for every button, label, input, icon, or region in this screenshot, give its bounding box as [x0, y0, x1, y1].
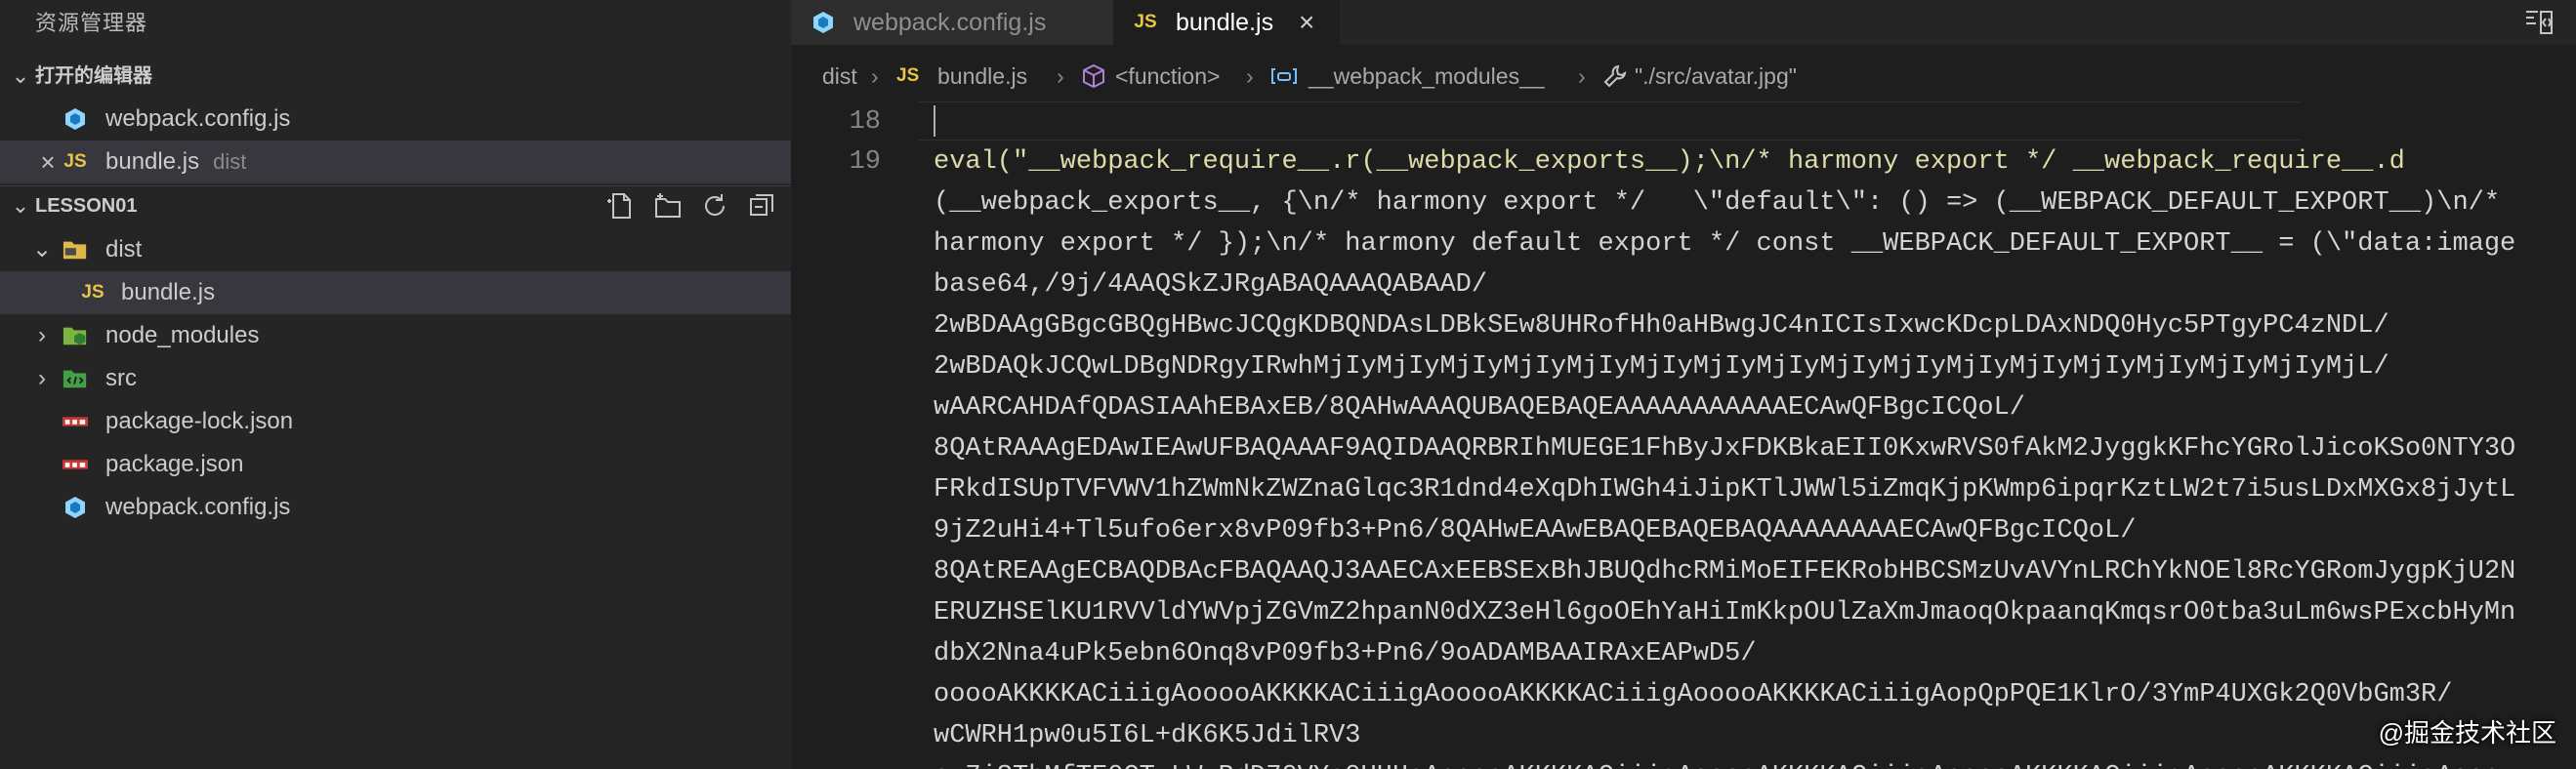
tree-item-label: package-lock.json [105, 408, 294, 434]
chevron-down-icon: ⌄ [31, 236, 53, 263]
code-line: harmony export */ });\n/* harmony defaul… [934, 229, 2516, 259]
src-folder-icon [62, 367, 88, 390]
tree-item-label: src [105, 365, 137, 391]
npm-icon [62, 410, 88, 433]
tab-label: bundle.js [1176, 9, 1274, 36]
breadcrumb-item[interactable]: "./src/avatar.jpg" [1635, 57, 1797, 96]
tab-webpack-config[interactable]: webpack.config.js [791, 0, 1113, 45]
open-editor-label: webpack.config.js [105, 105, 291, 132]
tree-item-node-modules[interactable]: › node_modules [0, 314, 791, 357]
close-icon[interactable]: × [35, 141, 61, 183]
open-editors-label: 打开的编辑器 [35, 65, 152, 87]
node-modules-folder-icon [62, 324, 88, 347]
tab-bundle[interactable]: JS bundle.js × [1113, 0, 1340, 45]
tab-bar: webpack.config.js JS bundle.js × [791, 0, 2576, 45]
tree-item-package-json[interactable]: package.json [0, 443, 791, 486]
variable-icon [1269, 62, 1299, 90]
chevron-right-icon: › [38, 322, 46, 348]
breadcrumb-separator: › [871, 63, 879, 89]
webpack-icon [62, 107, 88, 131]
collapse-all-icon[interactable] [744, 188, 779, 223]
code-line: 2wBDAQkJCQwLDBgNDRgyIRwhMjIyMjIyMjIyMjIy… [934, 352, 2389, 382]
npm-icon [62, 453, 88, 476]
open-editor-desc: dist [213, 149, 247, 174]
webpack-icon [62, 496, 88, 519]
explorer-sidebar: 资源管理器 ⌄ 打开的编辑器 webpack.config.js × JS bu… [0, 0, 791, 769]
code-line: wAARCAHDAfQDASIAAhEBAxEB/8QAHwAAAQUBAQEB… [934, 393, 2025, 423]
tree-item-package-lock[interactable]: package-lock.json [0, 400, 791, 443]
chevron-right-icon: › [38, 365, 46, 391]
project-header[interactable]: ⌄ LESSON01 [0, 185, 791, 225]
code-line: ooooAKKKKACiiigAooooAKKKKACiiigAooooAKKK… [934, 680, 2453, 709]
text-cursor [934, 105, 935, 137]
code-editor[interactable]: 18 19 eval("__webpack_require__.r(__webp… [791, 101, 2576, 769]
breadcrumb-item[interactable]: <function> [1115, 57, 1220, 96]
chevron-down-icon: ⌄ [11, 63, 30, 88]
cube-icon [1080, 62, 1107, 90]
open-editor-item-bundle[interactable]: × JS bundle.js dist [0, 141, 791, 183]
project-actions [603, 186, 779, 225]
javascript-file-icon: JS [896, 65, 920, 86]
tree-item-label: node_modules [105, 322, 260, 348]
breadcrumb-separator: › [1578, 63, 1586, 89]
breadcrumb-separator: › [1246, 63, 1254, 89]
new-folder-icon[interactable] [650, 188, 686, 223]
code-line: eval("__webpack_require__.r(__webpack_ex… [934, 147, 2405, 177]
code-line: 9jZ2uHi4+Tl5ufo6erx8vP09fb3+Pn6/8QAHwEAA… [934, 516, 2137, 546]
explorer-title: 资源管理器 [35, 11, 148, 35]
breadcrumb-separator: › [1057, 63, 1064, 89]
wrench-icon [1601, 62, 1629, 90]
code-line: o.7iSThMfTE0CT:LW.BdD70VYc0UHHoAooooAKKK… [934, 756, 2500, 769]
breadcrumb: dist › JS bundle.js › <function> › __web… [791, 57, 2576, 96]
breadcrumb-item[interactable]: bundle.js [937, 57, 1027, 96]
tree-item-label: webpack.config.js [105, 494, 291, 520]
code-line: wCWRH1pw0u5I6L+dK6K5JdilRV3 [934, 721, 1361, 750]
editor-area: webpack.config.js JS bundle.js × dist › … [791, 0, 2576, 769]
project-label: LESSON01 [35, 195, 138, 217]
code-line: base64,/9j/4AAQSkZJRgABAQAAAQABAAD/ [934, 270, 1488, 300]
code-line: 8QAtREAAgECBAQDBAcFBAQAAQJ3AAECAxEEBSExB… [934, 557, 2516, 587]
current-line-highlight [918, 101, 2300, 141]
code-line: 8QAtRAAAgEDAwIEAwUFBAQAAAF9AQIDAAQRBRIhM… [934, 434, 2516, 464]
tree-item-label: dist [105, 236, 143, 263]
open-editors-header[interactable]: ⌄ 打开的编辑器 [0, 57, 791, 96]
tree-item-label: package.json [105, 451, 244, 477]
chevron-down-icon: ⌄ [11, 193, 30, 218]
javascript-file-icon: JS [81, 282, 104, 303]
tree-item-bundle[interactable]: JS bundle.js [0, 271, 791, 314]
close-icon[interactable]: × [1299, 0, 1314, 45]
code-line: ERUZHSElKU1RVVldYWVpjZGVmZ2hpanN0dXZ3eHl… [934, 598, 2516, 627]
line-number: 19 [849, 147, 881, 177]
watermark: @掘金技术社区 [2378, 718, 2556, 748]
javascript-file-icon: JS [63, 151, 87, 172]
webpack-icon [810, 11, 836, 34]
new-file-icon[interactable] [603, 188, 639, 223]
tree-item-src[interactable]: › src [0, 357, 791, 400]
tree-item-dist[interactable]: ⌄ dist [0, 228, 791, 271]
code-line: FRkdISUpTVFVWV1hZWmNkZWZnaGlqc3R1dnd4eXq… [934, 475, 2516, 505]
javascript-file-icon: JS [1134, 12, 1157, 32]
code-line: 2wBDAAgGBgcGBQgHBwcJCQgKDBQNDAsLDBkSEw8U… [934, 311, 2389, 341]
tree-item-webpack-config[interactable]: webpack.config.js [0, 486, 791, 529]
breadcrumb-item[interactable]: __webpack_modules__ [1309, 57, 1545, 96]
folder-open-icon [62, 238, 88, 262]
code-line: (__webpack_exports__, {\n/* harmony expo… [934, 188, 2501, 218]
tab-label: webpack.config.js [853, 9, 1047, 36]
breadcrumb-item[interactable]: dist [822, 57, 857, 96]
split-editor-icon[interactable] [2523, 8, 2555, 37]
code-line: dbX2Nna4uPk5ebn6Onq8vP09fb3+Pn6/9oADAMBA… [934, 639, 1757, 668]
open-editor-item-webpack-config[interactable]: webpack.config.js [0, 98, 791, 141]
line-number: 18 [849, 107, 881, 137]
open-editor-label: bundle.js dist [105, 148, 247, 175]
refresh-icon[interactable] [697, 188, 732, 223]
tree-item-label: bundle.js [121, 279, 216, 305]
